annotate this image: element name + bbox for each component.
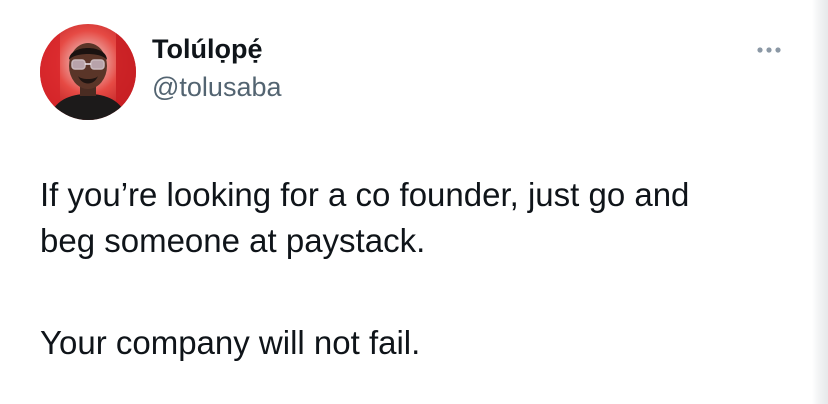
tweet-text-line: Your company will not fail. xyxy=(40,324,421,361)
profile-photo-icon xyxy=(40,24,136,120)
author-display-name[interactable]: Tolúlọpẹ́ xyxy=(152,32,282,66)
tweet-text-line: If you’re looking for a co founder, just… xyxy=(40,176,690,213)
tweet-body: If you’re looking for a co founder, just… xyxy=(40,172,800,366)
screen-edge xyxy=(812,0,828,404)
author-handle[interactable]: @tolusaba xyxy=(152,70,282,104)
author-avatar[interactable] xyxy=(40,24,136,120)
more-horizontal-icon xyxy=(757,47,781,53)
more-options-button[interactable] xyxy=(750,38,790,62)
tweet-card: Tolúlọpẹ́ @tolusaba If you’re looking fo… xyxy=(0,0,812,404)
author-info: Tolúlọpẹ́ @tolusaba xyxy=(152,32,282,104)
tweet-text-line: beg someone at paystack. xyxy=(40,222,426,259)
